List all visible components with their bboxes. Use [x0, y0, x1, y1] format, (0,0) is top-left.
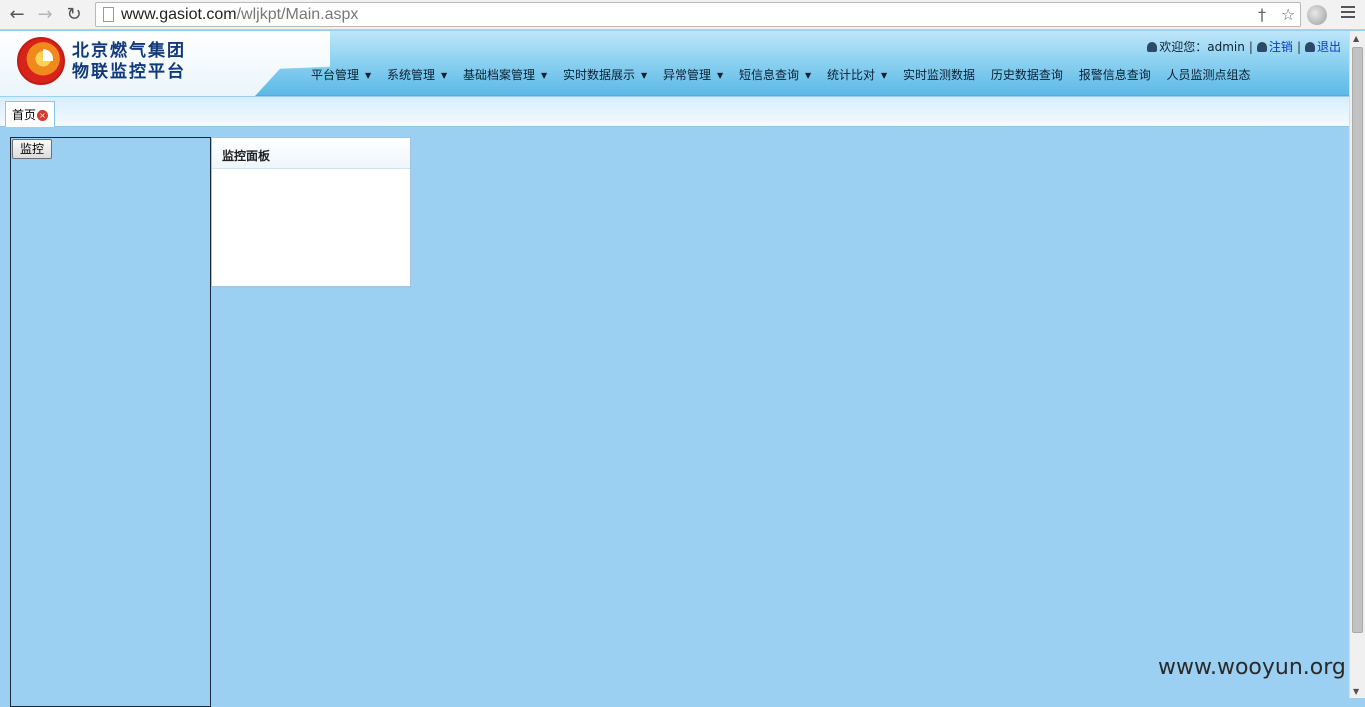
menu-statistics-compare[interactable]: 统计比对 ▼ [827, 66, 887, 83]
scroll-up-icon[interactable]: ▲ [1353, 34, 1359, 43]
app-header: 北京燃气集团 物联监控平台 欢迎您：admin | 注销 | 退出 平台管理 ▼ 系统管理… [0, 31, 1349, 96]
logout-icon [1256, 42, 1267, 52]
scroll-down-icon[interactable]: ▼ [1353, 687, 1359, 696]
left-panel: 监控 [10, 137, 211, 707]
menu-alarm-query[interactable]: 报警信息查询 [1079, 66, 1151, 83]
menu-label: 人员监测点组态 [1166, 68, 1251, 82]
logo-title: 北京燃气集团 物联监控平台 [72, 41, 186, 83]
menu-label: 历史数据查询 [990, 68, 1063, 82]
bookmark-star-icon[interactable]: ☆ [1281, 6, 1295, 24]
chevron-down-icon: ▼ [365, 71, 372, 80]
welcome-text: 欢迎您：admin [1159, 40, 1245, 54]
menu-realtime-monitoring[interactable]: 实时监测数据 [903, 66, 975, 83]
menu-realtime-display[interactable]: 实时数据展示 ▼ [563, 66, 647, 83]
key-icon[interactable]: † [1258, 6, 1266, 24]
menu-label: 实时监测数据 [903, 68, 976, 82]
main-menu: 平台管理 ▼ 系统管理 ▼ 基础档案管理 ▼ 实时数据展示 ▼ 异常管理 ▼ 短信息查询 ▼… [311, 66, 1263, 82]
menu-label: 实时数据展示 [563, 68, 636, 82]
url-text[interactable]: www.gasiot.com/wljkpt/Main.aspx [121, 6, 358, 24]
tab-strip: 首页 × [0, 97, 1349, 127]
menu-label: 短信息查询 [739, 68, 800, 82]
tab-home[interactable]: 首页 × [5, 101, 56, 127]
menu-label: 系统管理 [387, 68, 436, 82]
url-path: /wljkpt/Main.aspx [236, 6, 359, 23]
menu-platform-management[interactable]: 平台管理 ▼ [311, 66, 371, 83]
menu-label: 异常管理 [663, 68, 712, 82]
logo-line-2: 物联监控平台 [72, 62, 186, 82]
logo-line-1: 北京燃气集团 [72, 41, 186, 61]
vertical-scrollbar[interactable]: ▲ ▼ [1349, 31, 1365, 698]
reload-icon[interactable]: ↻ [64, 5, 84, 25]
separator: | [1248, 40, 1253, 54]
menu-history-query[interactable]: 历史数据查询 [991, 66, 1063, 83]
chevron-down-icon: ▼ [805, 71, 812, 80]
url-host: www.gasiot.com [121, 6, 237, 23]
dashboard-title: 监控面板 [212, 138, 410, 169]
address-bar[interactable]: www.gasiot.com/wljkpt/Main.aspx † ☆ [95, 2, 1301, 27]
page-icon [103, 7, 114, 22]
back-arrow-icon[interactable]: ← [7, 5, 27, 25]
chevron-down-icon: ▼ [881, 71, 888, 80]
menu-basic-archives[interactable]: 基础档案管理 ▼ [463, 66, 547, 83]
watermark: www.wooyun.org [1158, 655, 1346, 680]
exit-link[interactable]: 退出 [1317, 40, 1341, 54]
menu-label: 统计比对 [827, 68, 876, 82]
menu-system-management[interactable]: 系统管理 ▼ [387, 66, 447, 83]
chevron-down-icon: ▼ [641, 71, 648, 80]
forward-arrow-icon[interactable]: → [35, 5, 55, 25]
exit-icon [1304, 42, 1315, 52]
main-content: 监控 监控面板 [0, 128, 1349, 707]
close-icon[interactable]: × [37, 110, 49, 121]
company-logo-icon [17, 37, 65, 85]
menu-personnel-config[interactable]: 人员监测点组态 [1167, 66, 1251, 83]
browser-menu-icon[interactable] [1341, 6, 1355, 22]
logout-link[interactable]: 注销 [1269, 40, 1293, 54]
extension-globe-icon[interactable] [1307, 5, 1327, 25]
monitor-button[interactable]: 监控 [12, 139, 52, 159]
browser-toolbar: ← → ↻ www.gasiot.com/wljkpt/Main.aspx † … [0, 0, 1365, 30]
chevron-down-icon: ▼ [717, 71, 724, 80]
menu-label: 报警信息查询 [1078, 68, 1151, 82]
tab-label: 首页 [12, 108, 37, 122]
chevron-down-icon: ▼ [541, 71, 548, 80]
separator: | [1296, 40, 1301, 54]
menu-label: 平台管理 [311, 68, 360, 82]
chevron-down-icon: ▼ [441, 71, 448, 80]
dashboard-panel: 监控面板 [211, 137, 411, 287]
scroll-thumb[interactable] [1352, 47, 1363, 633]
menu-sms-query[interactable]: 短信息查询 ▼ [739, 66, 811, 83]
user-bar: 欢迎您：admin | 注销 | 退出 [1147, 38, 1341, 55]
user-icon [1147, 42, 1158, 52]
menu-exception-management[interactable]: 异常管理 ▼ [663, 66, 723, 83]
menu-label: 基础档案管理 [463, 68, 536, 82]
